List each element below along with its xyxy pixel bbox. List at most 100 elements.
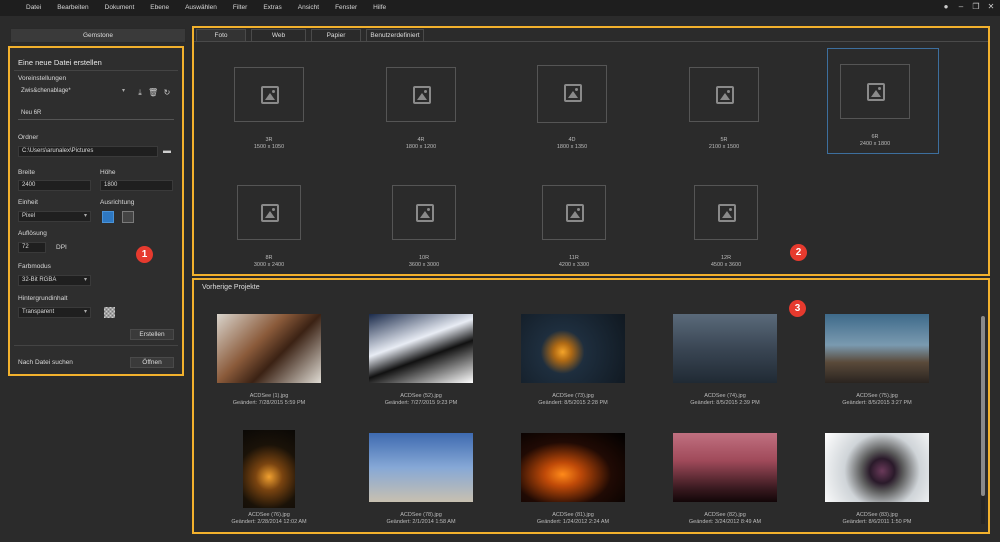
template-4d[interactable]: 4D 1800 x 1350 [537, 65, 607, 150]
image-placeholder-icon [716, 86, 734, 104]
folder-icon[interactable]: ▬ [162, 146, 172, 156]
unit-label: Einheit [18, 199, 38, 206]
menu-bearbeiten[interactable]: Bearbeiten [49, 0, 96, 16]
scrollbar-thumb[interactable] [981, 316, 985, 496]
search-file-label: Nach Datei suchen [18, 359, 73, 366]
template-4r[interactable]: 4R 1800 x 1200 [386, 67, 456, 150]
create-button[interactable]: Erstellen [130, 329, 174, 340]
project-date: Geändert: 8/5/2015 3:27 PM [842, 400, 912, 406]
template-size: 4200 x 3300 [558, 262, 590, 268]
resolution-label: Auflösung [18, 230, 47, 237]
template-10r[interactable]: 10R 3600 x 3000 [389, 185, 459, 268]
landscape-orientation-icon[interactable] [102, 211, 114, 223]
project-filename: ACDSee (83).jpg [856, 512, 898, 518]
image-placeholder-icon [566, 204, 584, 222]
project-item[interactable]: ACDSee (73).jpg Geändert: 8/5/2015 2:28 … [514, 314, 632, 406]
template-thumbnail [392, 185, 456, 240]
width-label: Breite [18, 169, 35, 176]
project-filename: ACDSee (76).jpg [248, 512, 290, 518]
gemstone-tab-label: Gemstone [83, 32, 113, 39]
template-name: 12R [720, 255, 732, 261]
transparency-swatch[interactable] [104, 307, 115, 318]
menu-hilfe[interactable]: Hilfe [365, 0, 394, 16]
background-dropdown[interactable]: Transparent [18, 307, 91, 318]
image-placeholder-icon [564, 84, 582, 102]
menu-extras[interactable]: Extras [255, 0, 289, 16]
project-filename: ACDSee (75).jpg [856, 393, 898, 399]
folder-label: Ordner [18, 134, 39, 141]
background-label: Hintergrundinhalt [18, 295, 68, 302]
menu-dokument[interactable]: Dokument [97, 0, 143, 16]
gemstone-tab[interactable]: Gemstone [10, 28, 186, 43]
project-date: Geändert: 8/6/2011 1:50 PM [842, 519, 912, 525]
project-item[interactable]: ACDSee (81).jpg Geändert: 1/24/2012 2:24… [514, 433, 632, 525]
template-12r[interactable]: 12R 4500 x 3600 [691, 185, 761, 268]
template-name: 10R [418, 255, 430, 261]
folder-input[interactable]: C:\Users\arunalex\Pictures [18, 146, 158, 157]
user-icon[interactable]: ● [941, 2, 951, 12]
menu-ansicht[interactable]: Ansicht [290, 0, 327, 16]
template-11r[interactable]: 11R 4200 x 3300 [539, 185, 609, 268]
resolution-input[interactable]: 72 [18, 242, 46, 253]
callout-badge-3: 3 [789, 300, 806, 317]
window-controls: ● – ❐ ✕ [941, 2, 996, 12]
menu-datei[interactable]: Datei [18, 0, 49, 16]
template-name: 3R [265, 137, 273, 143]
file-name-input[interactable]: Neu 6R [18, 109, 174, 120]
project-item[interactable]: ACDSee (1).jpg Geändert: 7/28/2015 5:59 … [210, 314, 328, 406]
presets-dropdown[interactable]: Zwis&chenablage* [18, 87, 128, 98]
template-size: 3000 x 2400 [253, 262, 285, 268]
menu-auswaehlen[interactable]: Auswählen [177, 0, 225, 16]
project-item[interactable]: ACDSee (78).jpg Geändert: 2/1/2014 1:58 … [362, 433, 480, 525]
colormode-dropdown[interactable]: 32-Bit RGBA [18, 275, 91, 286]
close-icon[interactable]: ✕ [986, 2, 996, 12]
save-preset-icon[interactable]: ⤓ [135, 88, 145, 98]
height-input[interactable]: 1800 [100, 180, 173, 191]
template-3r[interactable]: 3R 1500 x 1050 [234, 67, 304, 150]
project-item[interactable]: ACDSee (74).jpg Geändert: 8/5/2015 2:39 … [666, 314, 784, 406]
reset-preset-icon[interactable]: ↻ [162, 88, 172, 98]
project-thumbnail [369, 314, 473, 383]
project-thumbnail [673, 433, 777, 502]
project-thumbnail [217, 314, 321, 383]
project-thumbnail [673, 314, 777, 383]
menu-filter[interactable]: Filter [225, 0, 255, 16]
minimize-icon[interactable]: – [956, 2, 966, 12]
project-thumbnail [243, 430, 295, 508]
project-item[interactable]: ACDSee (83).jpg Geändert: 8/6/2011 1:50 … [818, 433, 936, 525]
template-size: 1800 x 1350 [556, 144, 588, 150]
image-placeholder-icon [261, 204, 279, 222]
project-item[interactable]: ACDSee (75).jpg Geändert: 8/5/2015 3:27 … [818, 314, 936, 406]
template-6r[interactable]: 6R 2400 x 1800 [827, 48, 939, 154]
project-filename: ACDSee (74).jpg [704, 393, 746, 399]
project-date: Geändert: 2/1/2014 1:58 AM [386, 519, 456, 525]
delete-preset-icon[interactable]: 🗑 [148, 88, 158, 98]
portrait-orientation-icon[interactable] [122, 211, 134, 223]
new-file-panel: Eine neue Datei erstellen Voreinstellung… [8, 46, 184, 376]
template-5r[interactable]: 5R 2100 x 1500 [689, 67, 759, 150]
unit-dropdown[interactable]: Pixel [18, 211, 91, 222]
callout-badge-2: 2 [790, 244, 807, 261]
template-thumbnail [542, 185, 606, 240]
project-item[interactable]: ACDSee (82).jpg Geändert: 3/24/2012 8:49… [666, 433, 784, 525]
height-label: Höhe [100, 169, 116, 176]
menu-bar: Datei Bearbeiten Dokument Ebene Auswähle… [0, 0, 1000, 16]
resolution-unit: DPI [56, 244, 67, 251]
scrollbar[interactable] [981, 316, 985, 524]
callout-badge-1: 1 [136, 246, 153, 263]
project-filename: ACDSee (73).jpg [552, 393, 594, 399]
template-size: 1800 x 1200 [405, 144, 437, 150]
width-input[interactable]: 2400 [18, 180, 91, 191]
project-date: Geändert: 8/5/2015 2:39 PM [690, 400, 760, 406]
template-8r[interactable]: 8R 3000 x 2400 [234, 185, 304, 268]
template-thumbnail [537, 65, 607, 123]
open-button[interactable]: Öffnen [130, 357, 174, 368]
menu-fenster[interactable]: Fenster [327, 0, 365, 16]
template-size: 4500 x 3600 [710, 262, 742, 268]
template-thumbnail [694, 185, 758, 240]
restore-icon[interactable]: ❐ [971, 2, 981, 12]
project-date: Geändert: 3/24/2012 8:49 AM [688, 519, 762, 525]
menu-ebene[interactable]: Ebene [142, 0, 177, 16]
project-item[interactable]: ACDSee (52).jpg Geändert: 7/27/2015 9:23… [362, 314, 480, 406]
project-item[interactable]: ACDSee (76).jpg Geändert: 2/28/2014 12:0… [210, 430, 328, 525]
